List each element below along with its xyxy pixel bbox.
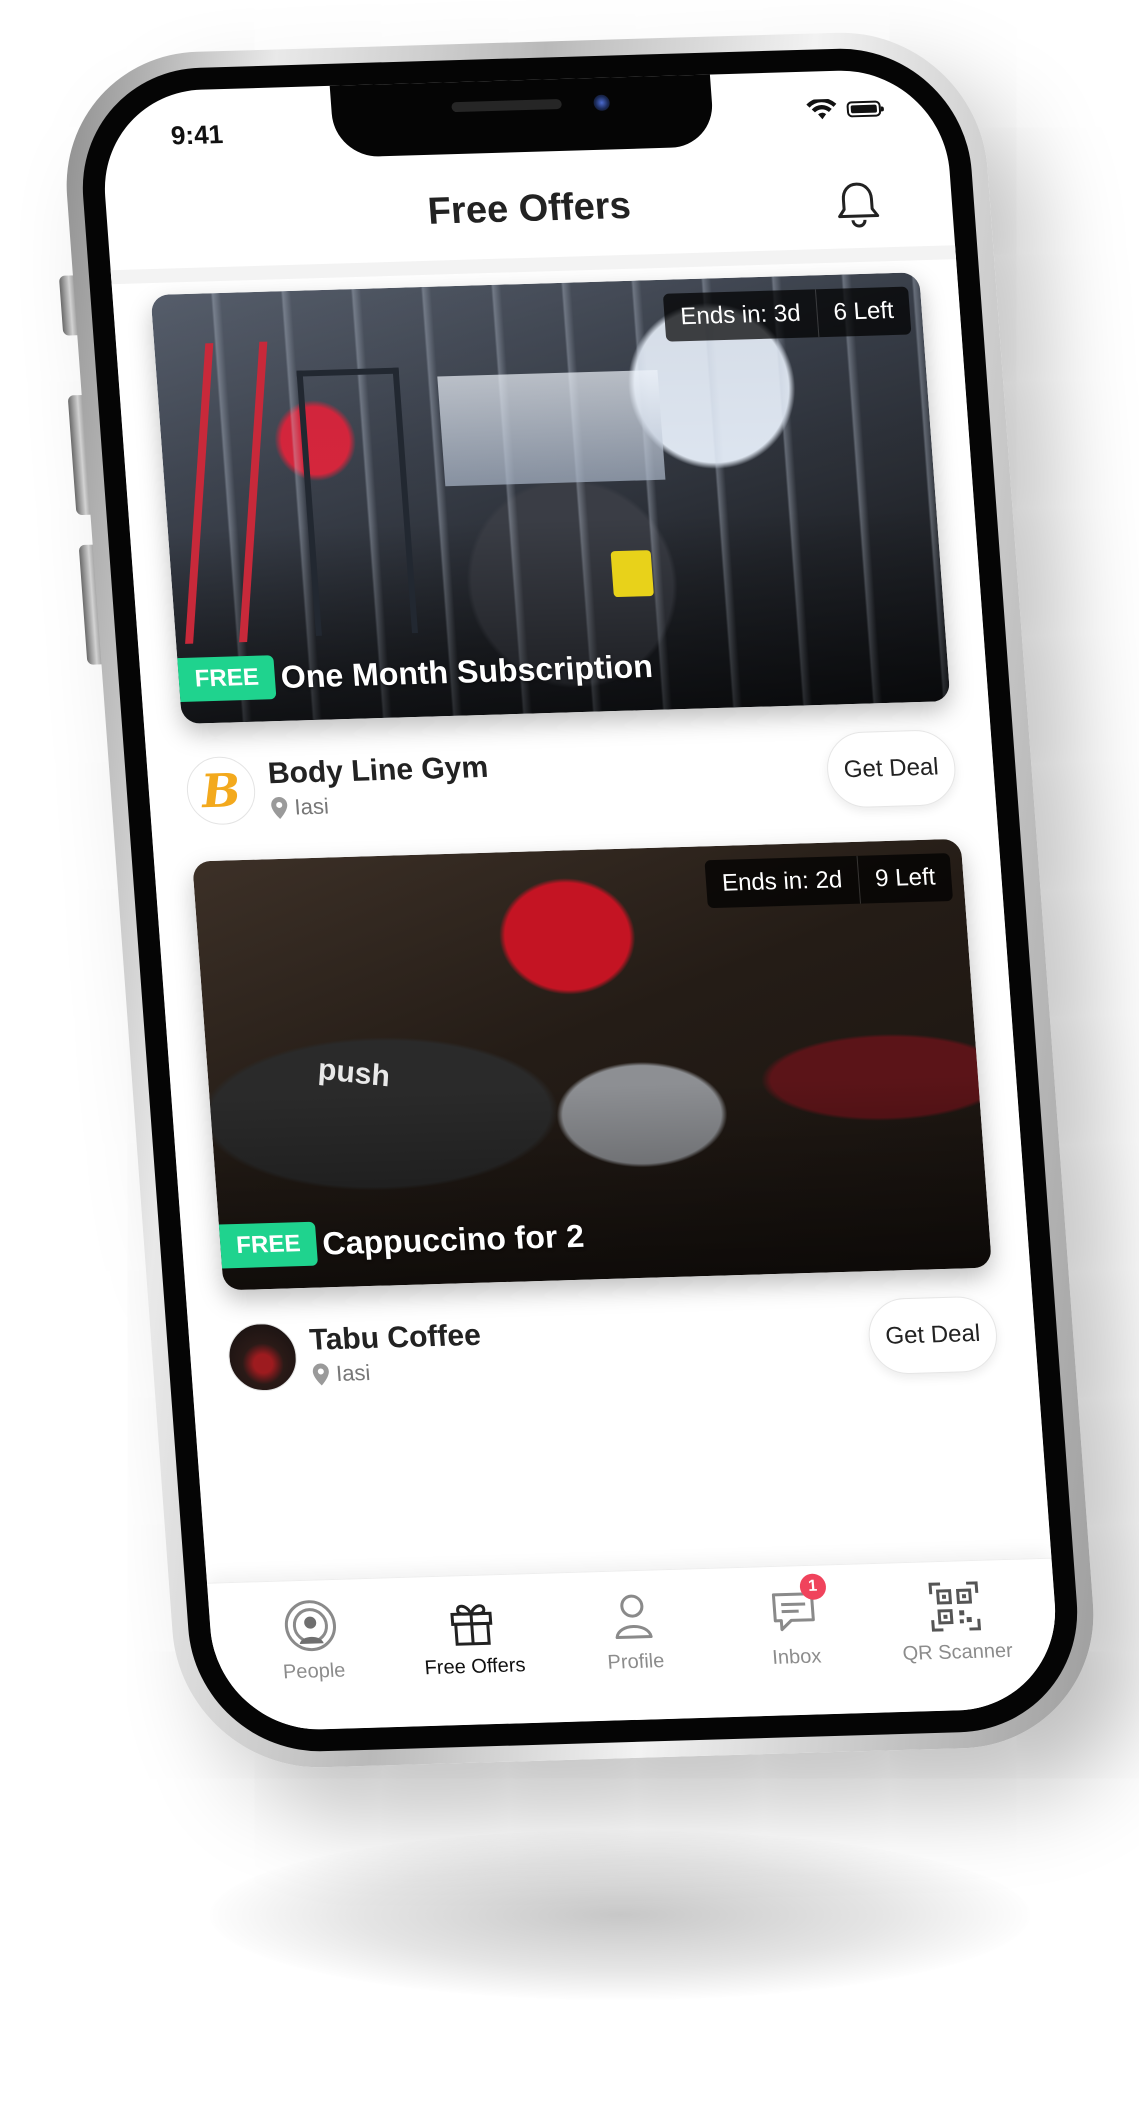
get-deal-button[interactable]: Get Deal <box>866 1295 1000 1376</box>
front-camera <box>593 94 611 111</box>
tab-profile[interactable]: Profile <box>571 1587 697 1675</box>
merchant-info: Tabu Coffee Iasi <box>308 1319 484 1388</box>
location-pin-icon <box>271 797 288 819</box>
tab-qr-scanner[interactable]: QR Scanner <box>892 1578 1018 1666</box>
offer-card[interactable]: push Ends in: 2d 9 Left FREE Cappuccino … <box>192 838 1001 1409</box>
offer-image-gym[interactable]: Ends in: 3d 6 Left FREE One Month Subscr… <box>150 272 951 724</box>
merchant-row: Tabu Coffee Iasi Get Deal <box>225 1286 1001 1409</box>
people-radar-icon <box>285 1600 337 1652</box>
merchant-location: Iasi <box>311 1357 484 1388</box>
merchant-location-text: Iasi <box>293 793 330 820</box>
deal-caption: FREE One Month Subscription <box>177 644 654 702</box>
gym-window-shape <box>437 369 666 487</box>
merchant-logo-letter: B <box>199 763 243 819</box>
offer-image-coffee[interactable]: push Ends in: 2d 9 Left FREE Cappuccino … <box>192 838 993 1291</box>
tab-label: Inbox <box>771 1645 823 1669</box>
phone-shadow <box>210 1830 1030 2000</box>
merchant-location: Iasi <box>269 789 491 821</box>
merchant-logo[interactable]: B <box>184 755 258 826</box>
offer-chips: Ends in: 2d 9 Left <box>704 853 954 909</box>
tab-label: Profile <box>606 1650 666 1674</box>
merchant-location-text: Iasi <box>335 1360 372 1386</box>
offer-chips: Ends in: 3d 6 Left <box>662 286 912 342</box>
tab-free-offers[interactable]: Free Offers <box>410 1592 536 1680</box>
deal-title: Cappuccino for 2 <box>321 1217 586 1261</box>
mockup-stage: 9:41 Free Offers Ends in: 3d 6 Left FREE… <box>0 0 1139 2115</box>
remaining-chip: 6 Left <box>814 286 912 338</box>
tab-label: People <box>282 1659 347 1684</box>
gym-rack-shape <box>185 341 268 644</box>
location-pin-icon <box>312 1363 329 1386</box>
profile-icon <box>615 1594 653 1640</box>
qr-code-icon <box>928 1581 981 1632</box>
cup-print-text: push <box>317 1052 391 1094</box>
gym-cage-shape <box>296 367 419 636</box>
merchant-row: B Body Line Gym Iasi Get Deal <box>183 719 959 842</box>
free-badge: FREE <box>177 655 277 702</box>
merchant-name[interactable]: Body Line Gym <box>267 751 490 791</box>
phone-screen: 9:41 Free Offers Ends in: 3d 6 Left FREE… <box>97 67 1063 1733</box>
status-time: 9:41 <box>169 119 225 151</box>
gym-bin-shape <box>610 550 654 598</box>
battery-icon <box>846 100 882 118</box>
gift-icon <box>450 1604 493 1646</box>
offers-feed[interactable]: Ends in: 3d 6 Left FREE One Month Subscr… <box>110 245 1052 1583</box>
tab-label: Free Offers <box>423 1654 527 1680</box>
get-deal-button[interactable]: Get Deal <box>824 729 959 809</box>
tab-bar: People Free Offers Profile 1 Inbox QR Sc… <box>206 1557 1063 1733</box>
bell-icon[interactable] <box>834 180 882 229</box>
tab-people[interactable]: People <box>249 1597 375 1685</box>
remaining-chip: 9 Left <box>856 853 954 904</box>
offer-card[interactable]: Ends in: 3d 6 Left FREE One Month Subscr… <box>150 272 960 842</box>
merchant-info: Body Line Gym Iasi <box>267 751 492 821</box>
wifi-icon <box>806 98 837 120</box>
deal-caption: FREE Cappuccino for 2 <box>218 1214 586 1269</box>
tab-inbox[interactable]: 1 Inbox <box>731 1573 857 1671</box>
phone-device: 9:41 Free Offers Ends in: 3d 6 Left FREE… <box>56 28 1104 1772</box>
notch <box>329 72 716 158</box>
merchant-avatar[interactable] <box>226 1322 300 1393</box>
merchant-name[interactable]: Tabu Coffee <box>308 1319 482 1358</box>
page-title: Free Offers <box>426 184 633 233</box>
status-icons <box>806 98 882 122</box>
tab-label: QR Scanner <box>901 1639 1014 1666</box>
free-badge: FREE <box>218 1221 319 1269</box>
ends-in-chip: Ends in: 2d <box>721 866 844 897</box>
battery-level <box>850 104 878 114</box>
earpiece-speaker <box>451 98 563 113</box>
deal-title: One Month Subscription <box>279 647 654 695</box>
ends-in-chip: Ends in: 3d <box>679 299 802 331</box>
